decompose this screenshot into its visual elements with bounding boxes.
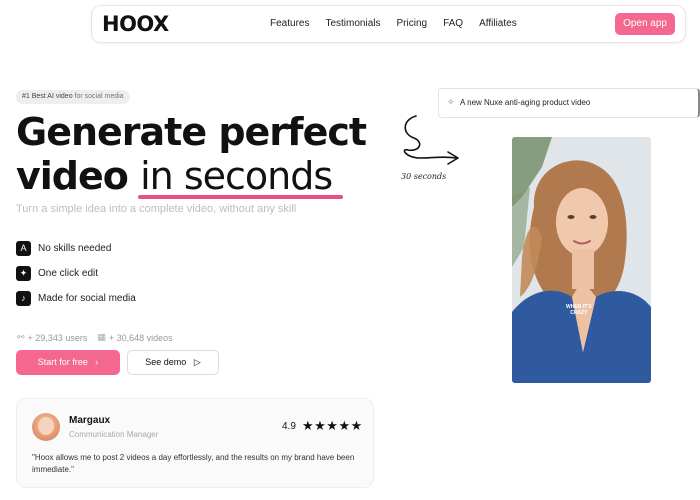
star-rating-icon: ★★★★★ [302,418,363,433]
curved-arrow-icon [403,115,459,165]
nav-link-testimonials[interactable]: Testimonials [325,18,380,29]
testimonial-quote: "Hoox allows me to post 2 videos a day e… [32,453,355,474]
videos-count: + 30,648 videos [108,332,173,343]
open-app-button[interactable]: Open app [615,13,675,35]
video-frame-image [512,137,651,383]
start-for-free-button[interactable]: Start for free › [16,350,120,375]
page-title: Generate perfect video in seconds [16,110,367,198]
title-line-2-light: in seconds [140,154,333,198]
hero-subtitle: Turn a simple idea into a complete video… [16,203,297,215]
pen-icon: A [16,241,31,256]
tiktok-icon: ♪ [16,291,31,306]
feature-label: Made for social media [38,293,136,304]
title-line-2: video in seconds [16,154,366,198]
sparkle-icon: ✦ [16,266,31,281]
users-count: + 29,343 users [27,332,88,343]
nav-link-affiliates[interactable]: Affiliates [479,18,517,29]
feature-label: One click edit [38,268,99,279]
nav-links: Features Testimonials Pricing FAQ Affili… [270,18,533,29]
prompt-text: A new Nuxe anti-aging product video [460,98,591,107]
rating-value: 4.9 [282,421,296,432]
hero-badge: #1 Best AI video for social media [16,90,130,104]
feature-item: ✦ One click edit [16,266,98,281]
users-icon: ⚯ [17,332,25,342]
play-icon: ▷ [193,357,201,367]
nav-link-pricing[interactable]: Pricing [397,18,428,29]
title-line-2-bold: video [16,154,129,198]
nav-link-faq[interactable]: FAQ [443,18,463,29]
sparkle-icon: ✧ [447,97,455,107]
caption-line-2: CRAZY [570,310,588,316]
stats-row: ⚯ + 29,343 users ▦ + 30,648 videos [17,332,173,343]
testimonial-card: Margaux Communication Manager 4.9 ★★★★★ … [16,398,374,488]
feature-label: No skills needed [38,243,112,254]
prompt-input[interactable]: ✧ A new Nuxe anti-aging product video [438,88,700,118]
see-demo-button[interactable]: See demo ▷ [127,350,219,375]
chevron-right-icon: › [95,357,99,367]
reviewer-role: Communication Manager [69,430,159,439]
title-underline [138,195,343,199]
badge-strong: #1 Best AI video [22,93,73,100]
feature-item: ♪ Made for social media [16,291,136,306]
demo-label: See demo [145,357,187,367]
duration-label: 30 seconds [401,172,447,181]
avatar [32,413,60,441]
badge-muted: for social media [74,93,124,100]
logo[interactable]: HOOX [102,12,169,36]
feature-item: A No skills needed [16,241,111,256]
start-label: Start for free [37,357,88,367]
navbar: HOOX Features Testimonials Pricing FAQ A… [91,5,686,43]
reviewer-name: Margaux [69,415,111,426]
title-line-1: Generate perfect [16,110,367,154]
nav-link-features[interactable]: Features [270,18,309,29]
film-icon: ▦ [97,332,106,342]
video-caption: WHEN IT'S CRAZY [566,304,592,316]
video-preview[interactable] [512,137,651,383]
